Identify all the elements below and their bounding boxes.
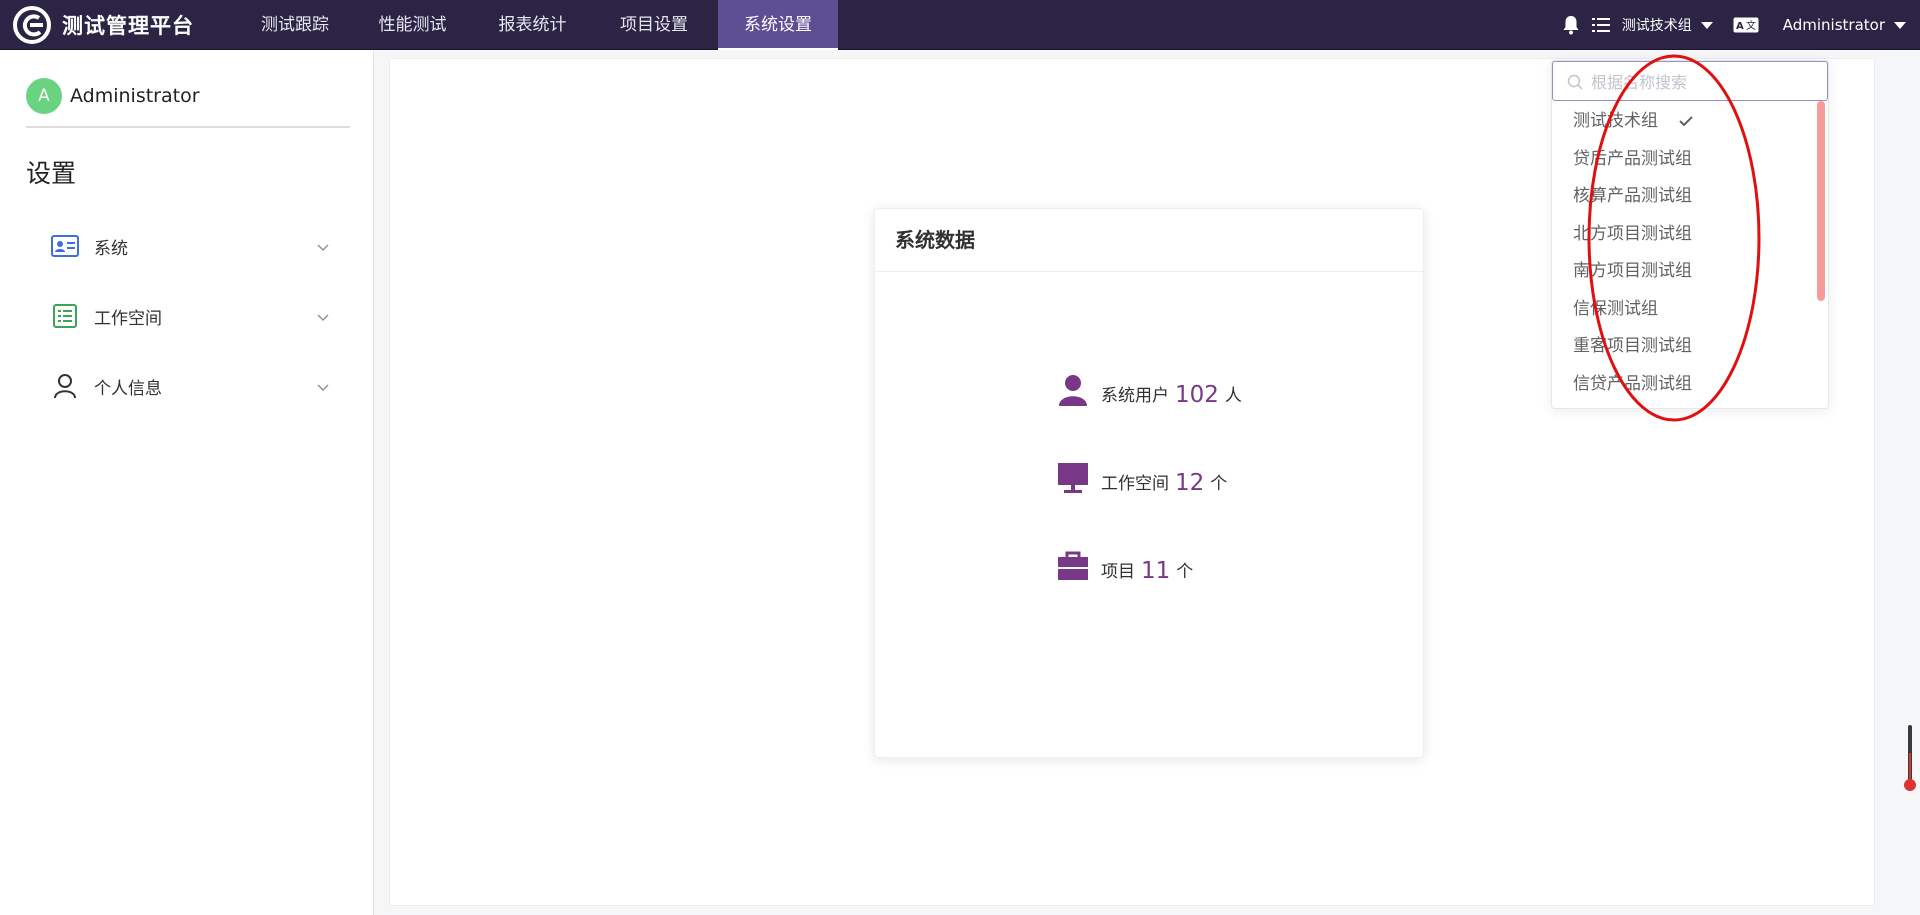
sidebar-user-name: Administrator xyxy=(70,85,200,107)
sidebar-item-workspace[interactable]: 工作空间 xyxy=(50,298,330,334)
dropdown-scrollbar[interactable] xyxy=(1817,101,1825,301)
workspace-option[interactable]: 信保测试组 xyxy=(1552,291,1828,329)
workspace-option[interactable]: 北方项目测试组 xyxy=(1552,216,1828,254)
chevron-down-icon xyxy=(316,307,330,326)
id-card-icon xyxy=(50,231,80,261)
briefcase-icon xyxy=(1056,549,1090,583)
divider xyxy=(26,126,350,128)
logo-icon xyxy=(13,6,51,44)
stat-users: 系统用户 102 人 xyxy=(1056,373,1242,407)
brand[interactable]: 测试管理平台 xyxy=(12,6,194,44)
sidebar-item-label: 系统 xyxy=(94,238,128,259)
header-tools: 测试技术组 A 文 Administrator xyxy=(1548,0,1906,50)
workspace-search-input[interactable] xyxy=(1589,68,1813,96)
sidebar-user: A Administrator xyxy=(26,78,200,114)
stat-unit: 个 xyxy=(1210,474,1228,494)
monitor-icon xyxy=(1056,461,1090,495)
list-icon xyxy=(50,301,80,331)
system-data-card: 系统数据 系统用户 102 人 工作空间 12 个 项目 11 个 xyxy=(874,208,1424,758)
search-icon xyxy=(1567,74,1583,94)
person-icon xyxy=(50,371,80,401)
stat-unit: 个 xyxy=(1176,562,1194,582)
card-title: 系统数据 xyxy=(875,209,1423,272)
page-scroll-indicator[interactable] xyxy=(1903,723,1917,793)
sidebar-item-label: 工作空间 xyxy=(94,308,162,329)
stat-label: 系统用户 xyxy=(1101,386,1169,406)
stat-value: 12 xyxy=(1175,470,1205,496)
check-icon xyxy=(1678,103,1694,141)
nav-performance-test[interactable]: 性能测试 xyxy=(350,0,475,50)
workspace-option[interactable]: 信贷产品测试组 xyxy=(1552,366,1828,404)
user-menu-label: Administrator xyxy=(1782,16,1885,34)
sidebar-item-system[interactable]: 系统 xyxy=(50,228,330,264)
workspace-option-label: 测试技术组 xyxy=(1573,111,1658,131)
workspace-option-list: 测试技术组 贷后产品测试组 核算产品测试组 北方项目测试组 南方项目测试组 信保… xyxy=(1552,103,1828,403)
nav-project-settings[interactable]: 项目设置 xyxy=(590,0,718,50)
stat-label: 工作空间 xyxy=(1101,474,1169,494)
user-icon xyxy=(1056,373,1090,407)
language-icon[interactable]: A 文 xyxy=(1733,17,1759,33)
bell-icon[interactable] xyxy=(1562,15,1580,35)
nav-test-tracking[interactable]: 测试跟踪 xyxy=(240,0,350,50)
workspace-selector-label: 测试技术组 xyxy=(1621,18,1692,34)
user-menu[interactable]: Administrator xyxy=(1783,16,1906,34)
sidebar-item-label: 个人信息 xyxy=(94,378,162,399)
caret-down-icon xyxy=(1700,21,1713,29)
stat-workspaces: 工作空间 12 个 xyxy=(1056,461,1227,495)
svg-text:A: A xyxy=(1736,21,1744,32)
svg-text:文: 文 xyxy=(1746,19,1756,32)
workspace-option[interactable]: 重客项目测试组 xyxy=(1552,328,1828,366)
sidebar: A Administrator 设置 系统 工作空间 个人信息 xyxy=(0,50,374,915)
checklist-icon xyxy=(1591,18,1610,32)
workspace-option[interactable]: 核算产品测试组 xyxy=(1552,178,1828,216)
caret-down-icon xyxy=(1894,21,1906,29)
stat-label: 项目 xyxy=(1101,562,1135,582)
settings-title: 设置 xyxy=(26,159,77,188)
workspace-option[interactable]: 贷后产品测试组 xyxy=(1552,141,1828,179)
stat-projects: 项目 11 个 xyxy=(1056,549,1193,583)
workspace-search xyxy=(1552,61,1828,101)
stat-value: 11 xyxy=(1141,558,1171,584)
stat-value: 102 xyxy=(1175,382,1219,408)
nav-report-statistics[interactable]: 报表统计 xyxy=(475,0,590,50)
chevron-down-icon xyxy=(316,237,330,256)
main-nav: 测试跟踪 性能测试 报表统计 项目设置 系统设置 xyxy=(240,0,838,50)
nav-system-settings[interactable]: 系统设置 xyxy=(718,0,838,50)
workspace-option[interactable]: 南方项目测试组 xyxy=(1552,253,1828,291)
sidebar-item-personal-info[interactable]: 个人信息 xyxy=(50,368,330,404)
workspace-option[interactable]: 测试技术组 xyxy=(1552,103,1828,141)
workspace-dropdown: 测试技术组 贷后产品测试组 核算产品测试组 北方项目测试组 南方项目测试组 信保… xyxy=(1551,60,1829,409)
brand-title: 测试管理平台 xyxy=(62,14,194,38)
top-navbar: 测试管理平台 测试跟踪 性能测试 报表统计 项目设置 系统设置 测试技术组 A … xyxy=(0,0,1920,50)
avatar: A xyxy=(26,78,62,114)
workspace-selector[interactable]: 测试技术组 xyxy=(1591,15,1713,35)
stat-unit: 人 xyxy=(1224,386,1242,406)
chevron-down-icon xyxy=(316,377,330,396)
